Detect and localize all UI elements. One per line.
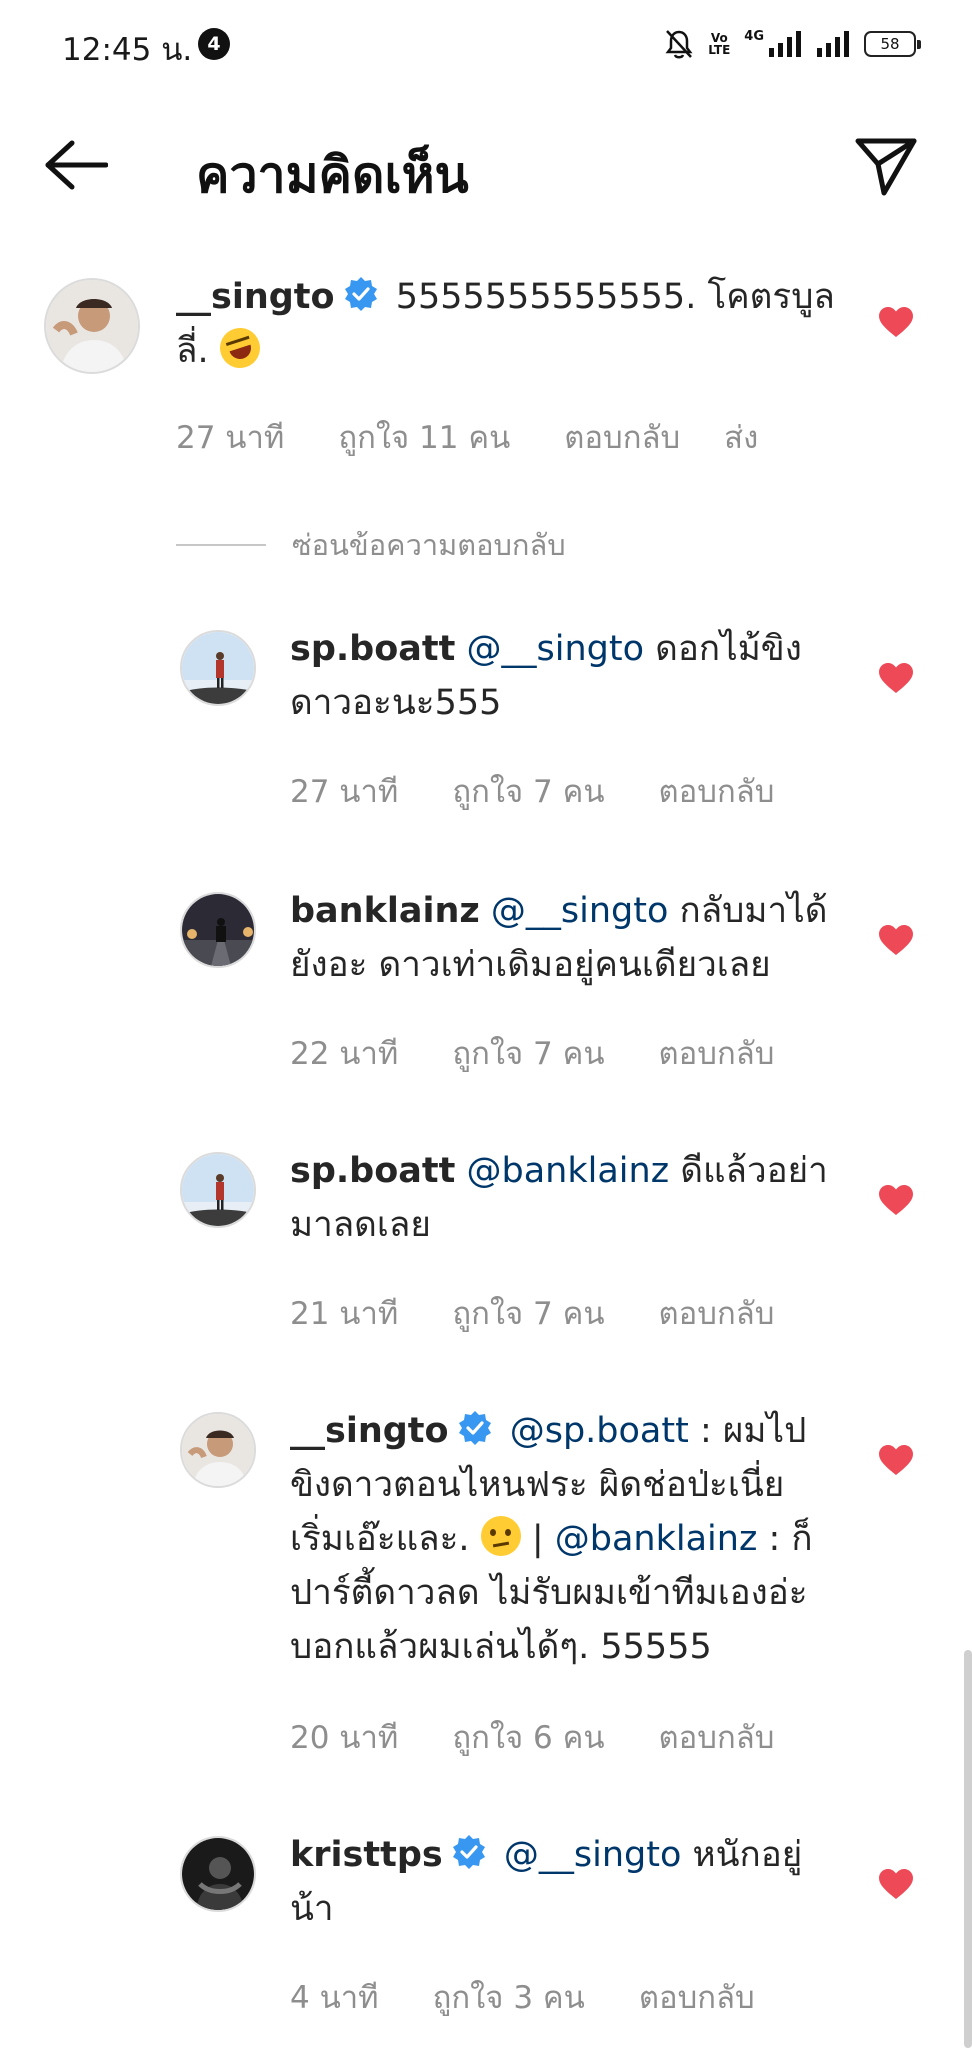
mention-link[interactable]: @banklainz xyxy=(555,1519,758,1559)
likes-count[interactable]: ถูกใจ 7 คน xyxy=(452,766,604,816)
header: ความคิดเห็น xyxy=(0,100,972,230)
likes-count[interactable]: ถูกใจ 3 คน xyxy=(433,1972,585,2022)
likes-count[interactable]: ถูกใจ 6 คน xyxy=(452,1712,604,1762)
avatar[interactable] xyxy=(180,630,256,706)
username[interactable]: __singto xyxy=(290,1411,449,1451)
verified-badge-icon xyxy=(344,277,377,311)
reply-comment: sp.boatt @__singto ดอกไม้ขิง ดาวอะนะ555 … xyxy=(0,629,972,830)
mention-link[interactable]: @__singto xyxy=(467,629,645,669)
reply-button[interactable]: ตอบกลับ xyxy=(639,1972,755,2022)
reply-button[interactable]: ตอบกลับ xyxy=(564,412,680,462)
comment-meta: 22 นาที ถูกใจ 7 คน ตอบกลับ xyxy=(290,1028,774,1078)
volte-indicator: Vo LTE xyxy=(708,31,731,57)
reply-button[interactable]: ตอบกลับ xyxy=(659,1028,775,1078)
like-heart-icon[interactable] xyxy=(878,1868,914,1900)
avatar[interactable] xyxy=(180,1412,256,1488)
avatar[interactable] xyxy=(44,278,140,374)
comment-meta: 20 นาที ถูกใจ 6 คน ตอบกลับ xyxy=(290,1712,774,1762)
mention-link[interactable]: @__singto xyxy=(504,1835,682,1875)
verified-badge-icon xyxy=(458,1411,491,1445)
comment-text: sp.boatt @__singto ดอกไม้ขิง ดาวอะนะ555 xyxy=(290,629,802,723)
likes-count[interactable]: ถูกใจ 7 คน xyxy=(452,1028,604,1078)
comment-meta: 21 นาที ถูกใจ 7 คน ตอบกลับ xyxy=(290,1288,774,1338)
comment-meta: 27 นาที ถูกใจ 11 คน ตอบกลับ ส่ง xyxy=(176,412,758,462)
reply-button[interactable]: ตอบกลับ xyxy=(659,1712,775,1762)
comment-time: 27 นาที xyxy=(176,420,285,456)
comment-text: __singto 5555555555555. โคตรบูล ลี่. xyxy=(176,270,836,378)
signal-icon-2 xyxy=(817,31,849,57)
avatar[interactable] xyxy=(180,1152,256,1228)
battery-icon: 58 xyxy=(864,31,921,57)
likes-count[interactable]: ถูกใจ 11 คน xyxy=(338,412,510,462)
comment-meta: 27 นาที ถูกใจ 7 คน ตอบกลับ xyxy=(290,766,774,816)
raised-eyebrow-emoji-icon xyxy=(480,1516,521,1556)
reply-button[interactable]: ตอบกลับ xyxy=(659,766,775,816)
status-time: 12:45 น. xyxy=(62,32,193,68)
verified-badge-icon xyxy=(452,1835,485,1869)
network-type: 4G xyxy=(744,28,764,44)
hide-replies-label: ซ่อนข้อความตอบกลับ xyxy=(292,528,566,562)
back-arrow-icon xyxy=(45,140,108,190)
notification-count-badge: 4 xyxy=(198,28,230,60)
likes-count[interactable]: ถูกใจ 7 คน xyxy=(452,1288,604,1338)
mention-link[interactable]: @sp.boatt xyxy=(510,1411,689,1451)
username[interactable]: sp.boatt xyxy=(290,629,455,669)
laughing-emoji-icon xyxy=(214,322,265,374)
comment-time: 21 นาที xyxy=(290,1296,399,1332)
battery-level: 58 xyxy=(880,35,900,53)
reply-comment: sp.boatt @banklainz ดีแล้วอย่า มาลดเลย 2… xyxy=(0,1151,972,1352)
username[interactable]: banklainz xyxy=(290,891,480,931)
reply-comment: banklainz @__singto กลับมาได้ ยังอะ ดาวเ… xyxy=(0,891,972,1092)
hide-replies-button[interactable]: ซ่อนข้อความตอบกลับ xyxy=(176,522,566,568)
mention-link[interactable]: @__singto xyxy=(491,891,669,931)
status-bar: 12:45 น. 4 Vo LTE 4G 58 xyxy=(0,0,972,90)
send-button[interactable]: ส่ง xyxy=(724,412,758,462)
username[interactable]: kristtps xyxy=(290,1835,443,1875)
reply-comment: __singto @sp.boatt : ผมไป ขิงดาวตอนไหนฟร… xyxy=(0,1411,972,1772)
divider xyxy=(176,544,266,546)
comment-time: 27 นาที xyxy=(290,774,399,810)
comment-text: banklainz @__singto กลับมาได้ ยังอะ ดาวเ… xyxy=(290,891,828,985)
comment-text: sp.boatt @banklainz ดีแล้วอย่า มาลดเลย xyxy=(290,1151,828,1245)
back-button[interactable] xyxy=(36,130,116,200)
reply-comment: kristtps @__singto หนักอยู่ น้า 4 นาที ถ… xyxy=(0,1835,972,2036)
main-comment: __singto 5555555555555. โคตรบูล ลี่. 27 … xyxy=(0,270,972,470)
signal-icon-1 xyxy=(769,31,801,57)
comment-meta: 4 นาที ถูกใจ 3 คน ตอบกลับ xyxy=(290,1972,755,2022)
like-heart-icon[interactable] xyxy=(878,306,914,338)
reply-button[interactable]: ตอบกลับ xyxy=(659,1288,775,1338)
username[interactable]: __singto xyxy=(176,277,335,317)
comment-text: kristtps @__singto หนักอยู่ น้า xyxy=(290,1835,803,1929)
avatar[interactable] xyxy=(180,892,256,968)
like-heart-icon[interactable] xyxy=(878,924,914,956)
paper-plane-icon xyxy=(855,138,917,196)
like-heart-icon[interactable] xyxy=(878,1444,914,1476)
avatar[interactable] xyxy=(180,1836,256,1912)
comment-time: 4 นาที xyxy=(290,1980,379,2016)
like-heart-icon[interactable] xyxy=(878,1184,914,1216)
mention-link[interactable]: @banklainz xyxy=(467,1151,670,1191)
like-heart-icon[interactable] xyxy=(878,662,914,694)
status-icons: Vo LTE 4G 58 xyxy=(664,26,921,62)
share-button[interactable] xyxy=(846,128,926,204)
page-title: ความคิดเห็น xyxy=(196,146,469,204)
scrollbar[interactable] xyxy=(964,1650,972,2048)
mute-bell-icon xyxy=(665,30,693,59)
comment-time: 22 นาที xyxy=(290,1036,399,1072)
comment-text: __singto @sp.boatt : ผมไป ขิงดาวตอนไหนฟร… xyxy=(290,1411,813,1667)
comment-time: 20 นาที xyxy=(290,1720,399,1756)
username[interactable]: sp.boatt xyxy=(290,1151,455,1191)
